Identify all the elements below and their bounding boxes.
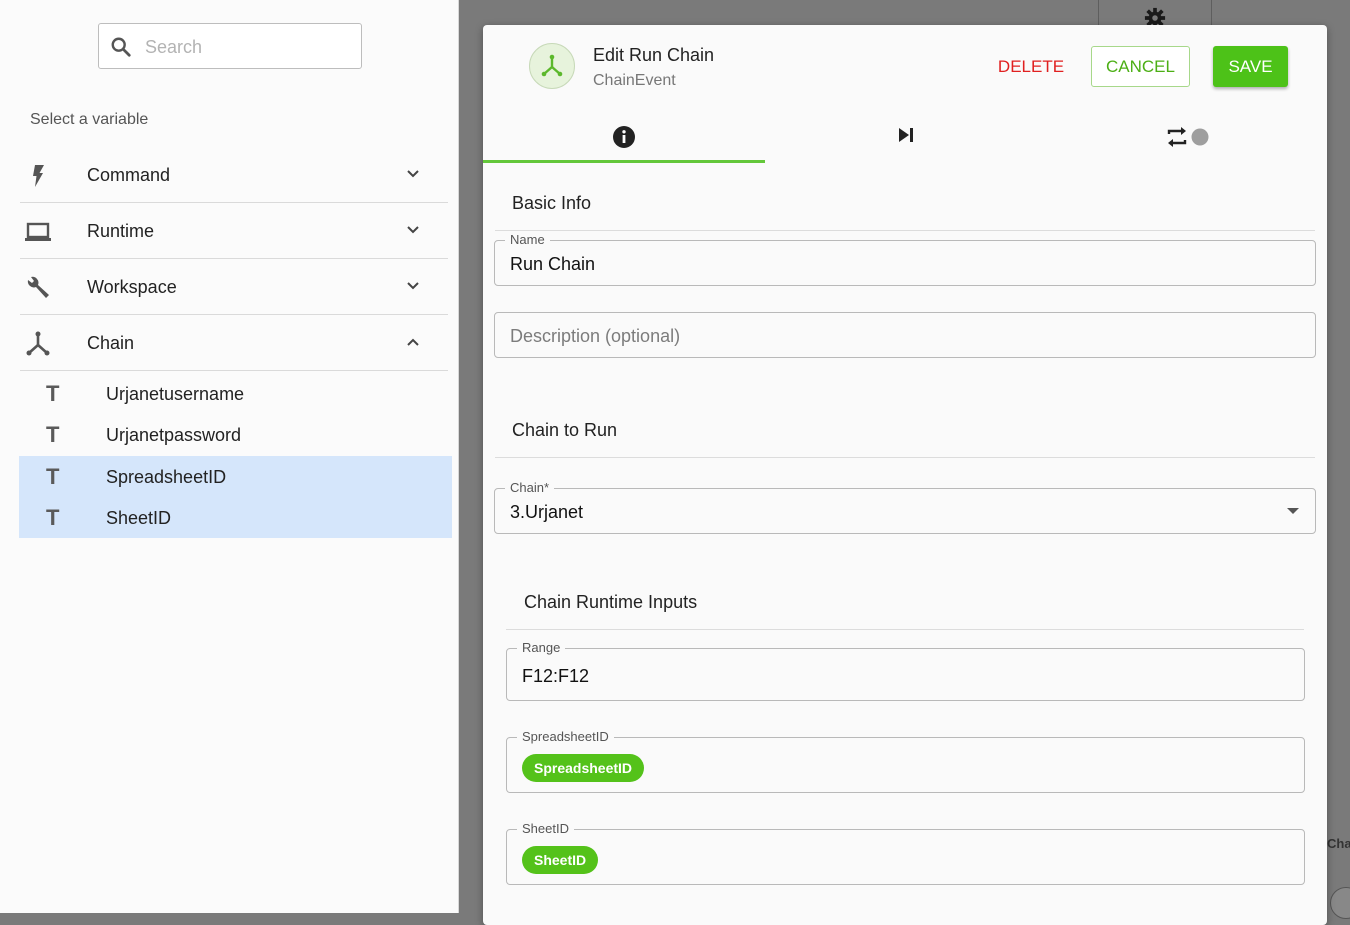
category-workspace[interactable]: Workspace — [20, 260, 448, 315]
variable-label: Urjanetusername — [106, 384, 245, 404]
runtime-inputs-heading: Chain Runtime Inputs — [524, 592, 698, 612]
section-divider — [495, 457, 1315, 458]
edit-run-chain-dialog: Edit Run Chain ChainEvent DELETE CANCEL … — [483, 25, 1327, 925]
chevron-down-icon — [407, 282, 419, 290]
category-chain[interactable]: Chain — [20, 316, 448, 371]
tab-repeat[interactable] — [1047, 113, 1329, 162]
description-field[interactable]: Description (optional) — [494, 312, 1316, 358]
background-toolbar — [1098, 0, 1212, 29]
spreadsheetid-field-label: SpreadsheetID — [517, 729, 614, 744]
laptop-icon — [25, 222, 51, 241]
variable-label: SheetID — [106, 508, 172, 528]
section-divider — [495, 230, 1315, 231]
chevron-down-icon — [407, 226, 419, 234]
name-field-value[interactable]: Run Chain — [510, 254, 595, 275]
tab-skip-next[interactable] — [765, 113, 1047, 162]
dialog-title: Edit Run Chain — [593, 45, 715, 65]
delete-button[interactable]: DELETE — [991, 47, 1071, 87]
select-variable-label: Select a variable — [30, 111, 149, 128]
name-field[interactable]: Name Run Chain — [494, 232, 1316, 286]
background-label: Cha — [1327, 836, 1350, 851]
repeat-icon — [1167, 127, 1209, 147]
background-round-button — [1330, 887, 1350, 919]
category-label: Command — [87, 165, 171, 185]
chain-select-value[interactable]: 3.Urjanet — [510, 502, 583, 523]
variable-label: Urjanetpassword — [106, 425, 242, 445]
active-tab-indicator — [483, 160, 765, 163]
variable-sidebar: Select a variable Command Runtime Worksp… — [0, 0, 459, 913]
chain-select-label: Chain* — [505, 480, 555, 495]
chevron-down-icon — [407, 170, 419, 178]
range-field[interactable]: Range F12:F12 — [506, 640, 1305, 701]
variable-item-spreadsheetid[interactable]: T SpreadsheetID — [19, 456, 452, 497]
info-icon — [613, 126, 635, 148]
sheetid-field[interactable]: SheetID SheetID — [506, 821, 1305, 885]
chain-select[interactable]: Chain* 3.Urjanet — [494, 480, 1316, 534]
category-label: Workspace — [87, 277, 177, 297]
variable-item-sheetid[interactable]: T SheetID — [19, 497, 452, 538]
description-placeholder[interactable]: Description (optional) — [510, 326, 680, 347]
save-button[interactable]: SAVE — [1213, 46, 1288, 87]
sheetid-chip[interactable]: SheetID — [522, 846, 599, 874]
text-type-icon: T — [46, 464, 60, 489]
chain-to-run-heading: Chain to Run — [512, 420, 618, 440]
range-field-value[interactable]: F12:F12 — [522, 666, 589, 687]
text-type-icon: T — [46, 422, 60, 447]
search-box[interactable] — [98, 23, 362, 69]
variable-label: SpreadsheetID — [106, 467, 227, 487]
spreadsheetid-chip[interactable]: SpreadsheetID — [522, 754, 645, 782]
wrench-icon — [27, 276, 49, 298]
category-runtime[interactable]: Runtime — [20, 204, 448, 259]
search-input[interactable] — [143, 32, 352, 62]
category-label: Runtime — [87, 221, 155, 241]
cancel-button[interactable]: CANCEL — [1091, 46, 1190, 87]
spreadsheetid-field[interactable]: SpreadsheetID SpreadsheetID — [506, 729, 1305, 793]
category-label: Chain — [87, 333, 135, 353]
chain-fork-icon — [26, 331, 50, 356]
text-type-icon: T — [46, 381, 60, 406]
tab-info[interactable] — [483, 113, 765, 162]
search-icon — [111, 37, 131, 57]
range-field-label: Range — [517, 640, 566, 655]
text-type-icon: T — [46, 505, 60, 530]
name-field-label: Name — [505, 232, 550, 247]
category-command[interactable]: Command — [20, 148, 448, 203]
variable-item-urjanetusername[interactable]: T Urjanetusername — [19, 373, 452, 414]
sheetid-field-label: SheetID — [517, 821, 574, 836]
dialog-subtitle: ChainEvent — [593, 72, 676, 89]
chain-fork-icon — [541, 54, 563, 77]
chain-event-logo — [529, 43, 575, 89]
chevron-up-icon — [407, 338, 419, 346]
dropdown-arrow-icon[interactable] — [1287, 508, 1299, 514]
basic-info-heading: Basic Info — [512, 193, 592, 213]
skip-next-icon — [899, 128, 913, 142]
lightning-icon — [33, 165, 44, 187]
variable-item-urjanetpassword[interactable]: T Urjanetpassword — [19, 414, 452, 455]
section-divider — [506, 629, 1304, 630]
